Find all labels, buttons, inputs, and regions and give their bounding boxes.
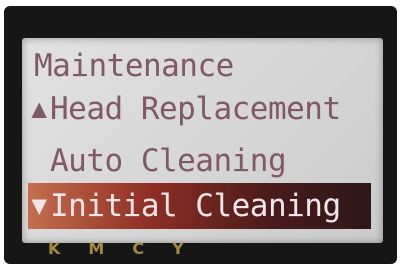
menu-item-initial-cleaning-selected[interactable]: ▼ Initial Cleaning [28,183,371,229]
scroll-down-indicator-icon: ▼ [31,191,47,221]
menu-item-head-replacement[interactable]: ▲ Head Replacement [28,89,341,129]
menu-item-label: Head Replacement [50,91,341,127]
menu-item-label: Initial Cleaning [50,188,341,224]
lcd-screen: Maintenance ▲ Head Replacement Auto Clean… [22,38,383,243]
ink-label-k: K [48,239,61,258]
menu-item-auto-cleaning[interactable]: Auto Cleaning [28,141,287,181]
ink-color-labels: K M C Y [4,239,397,259]
printer-display-photo: Maintenance ▲ Head Replacement Auto Clean… [4,6,397,264]
menu-item-label: Auto Cleaning [50,143,287,179]
scroll-up-indicator-icon: ▲ [31,94,47,124]
ink-label-c: C [132,239,145,258]
ink-label-y: Y [172,239,184,258]
ink-label-m: M [88,239,105,258]
menu-title: Maintenance [34,48,234,84]
